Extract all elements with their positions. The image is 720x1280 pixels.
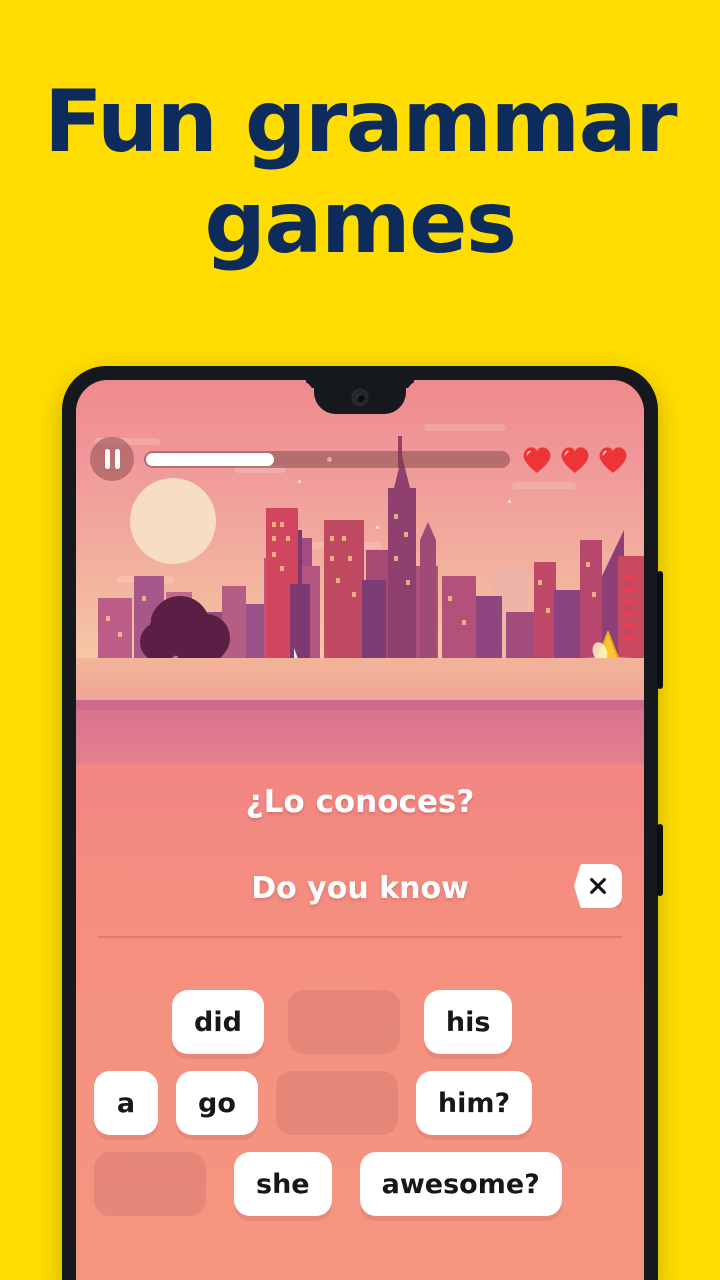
front-camera-icon bbox=[351, 389, 369, 406]
word-tile-him[interactable]: him? bbox=[415, 1071, 533, 1135]
pause-icon-bar-left bbox=[104, 449, 110, 469]
water-band bbox=[76, 658, 644, 702]
word-tile-a[interactable]: a bbox=[94, 1071, 158, 1135]
phone-mockup: ¿Lo conoces? Do you know did his a go hi… bbox=[62, 366, 663, 1280]
page-title: Fun grammar games bbox=[0, 72, 720, 275]
word-bank-row: a go him? bbox=[94, 1071, 626, 1135]
progress-bar bbox=[144, 450, 510, 468]
question-block: ¿Lo conoces? Do you know bbox=[76, 784, 644, 938]
close-icon bbox=[590, 878, 606, 894]
word-tile-she[interactable]: she bbox=[234, 1152, 332, 1216]
word-tile-his[interactable]: his bbox=[423, 990, 513, 1054]
pause-icon-bar-right bbox=[114, 449, 120, 469]
pause-button[interactable] bbox=[90, 437, 134, 481]
phone-notch bbox=[314, 380, 406, 414]
game-hud bbox=[76, 436, 644, 482]
source-sentence: ¿Lo conoces? bbox=[245, 784, 475, 820]
word-bank-row: did his bbox=[94, 990, 626, 1054]
word-slot-empty[interactable] bbox=[275, 1071, 398, 1135]
progress-bar-fill bbox=[146, 452, 274, 466]
volume-rocker[interactable] bbox=[657, 571, 663, 689]
headline-line-1: Fun grammar bbox=[43, 72, 678, 172]
heart-icon bbox=[520, 442, 554, 476]
lives-hearts bbox=[520, 442, 630, 476]
ground-band bbox=[76, 700, 644, 764]
phone-screen: ¿Lo conoces? Do you know did his a go hi… bbox=[76, 380, 644, 1280]
headline-line-2: games bbox=[204, 173, 517, 274]
progress-checkpoint-dot bbox=[327, 456, 332, 462]
word-tile-did[interactable]: did bbox=[172, 990, 264, 1054]
heart-icon bbox=[596, 442, 630, 476]
answer-divider bbox=[98, 936, 622, 938]
word-slot-empty[interactable] bbox=[287, 990, 400, 1054]
answer-row: Do you know bbox=[76, 862, 644, 914]
word-slot-empty[interactable] bbox=[94, 1152, 206, 1216]
heart-icon bbox=[558, 442, 592, 476]
power-button[interactable] bbox=[657, 824, 663, 896]
word-bank-row: she awesome? bbox=[94, 1152, 626, 1216]
answer-text: Do you know bbox=[251, 870, 469, 906]
word-tile-go[interactable]: go bbox=[176, 1071, 258, 1135]
delete-word-button[interactable] bbox=[574, 864, 622, 908]
word-tile-awesome[interactable]: awesome? bbox=[359, 1152, 562, 1216]
word-bank: did his a go him? she awesome? bbox=[76, 990, 644, 1233]
